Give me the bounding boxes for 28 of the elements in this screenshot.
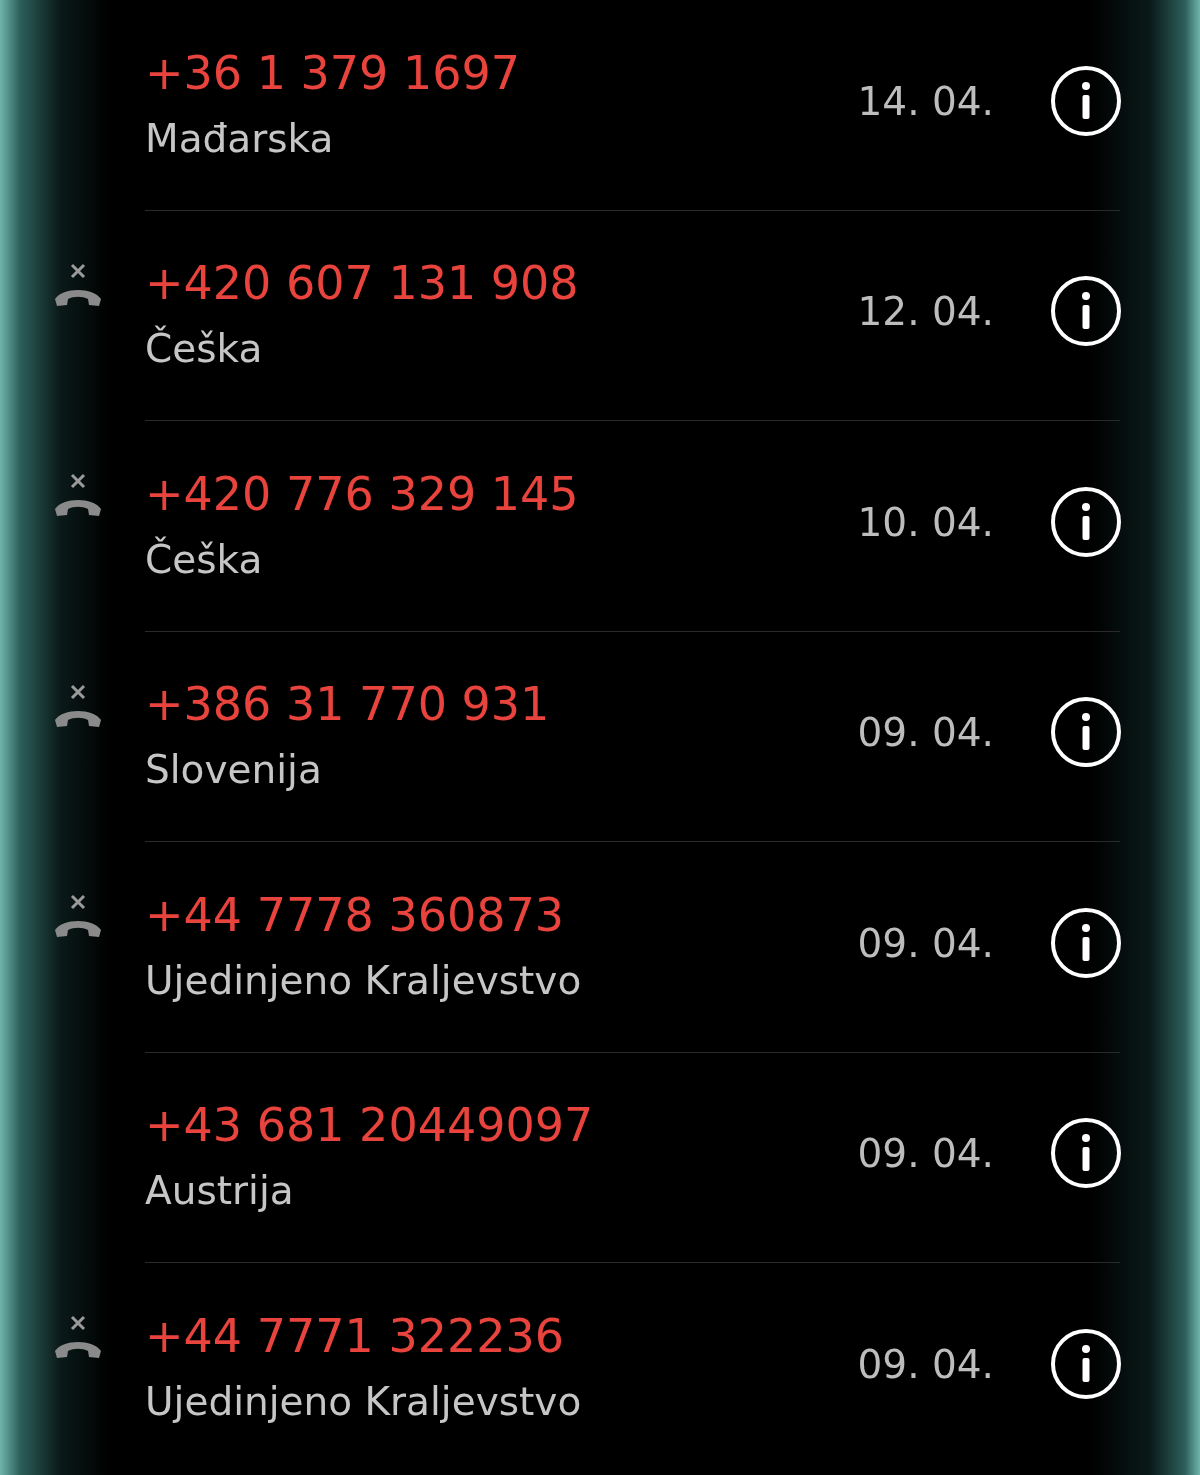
- info-button[interactable]: [1050, 696, 1122, 769]
- call-location: Češka: [145, 535, 263, 584]
- phone-number: +44 7778 360873: [145, 886, 564, 944]
- call-date: 09. 04.: [857, 919, 994, 968]
- call-date: 09. 04.: [857, 709, 994, 757]
- info-button[interactable]: [1050, 1117, 1122, 1190]
- info-button[interactable]: [1050, 1328, 1122, 1401]
- call-date: 10. 04.: [857, 498, 994, 547]
- call-location: Ujedinjeno Kraljevstvo: [145, 1378, 582, 1427]
- call-date: 09. 04.: [857, 1341, 994, 1389]
- phone-number: +420 607 131 908: [145, 255, 579, 313]
- call-location: Austrija: [145, 1167, 294, 1216]
- call-location: Češka: [145, 324, 263, 374]
- call-date: 09. 04.: [857, 1130, 994, 1178]
- info-button[interactable]: [1050, 485, 1122, 558]
- call-location: Ujedinjeno Kraljevstvo: [145, 956, 582, 1005]
- info-button[interactable]: [1050, 275, 1122, 348]
- call-location: Slovenija: [145, 746, 322, 795]
- phone-number: +36 1 379 1697: [145, 44, 521, 102]
- phone-number: +43 681 20449097: [145, 1097, 594, 1155]
- info-button[interactable]: [1050, 906, 1122, 979]
- phone-number: +44 7771 322236: [145, 1308, 564, 1366]
- info-button[interactable]: [1050, 64, 1122, 137]
- call-date: 14. 04.: [857, 77, 994, 126]
- call-date: 12. 04.: [857, 288, 994, 336]
- phone-number: +386 31 770 931: [145, 676, 550, 734]
- phone-number: +420 776 329 145: [145, 465, 579, 523]
- call-location: Mađarska: [145, 114, 334, 163]
